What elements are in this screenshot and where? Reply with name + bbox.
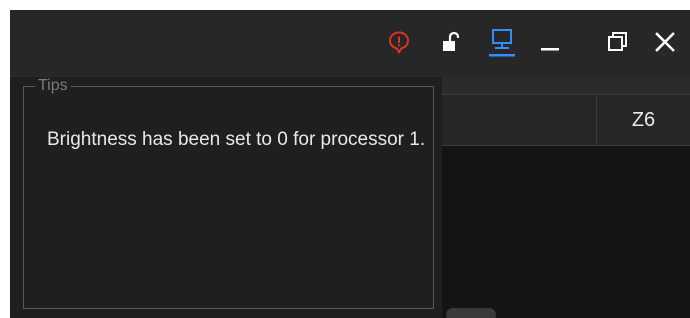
monitor-icon[interactable] [488, 28, 516, 57]
column-header-z6[interactable]: Z6 [596, 94, 690, 146]
tips-legend: Tips [35, 77, 71, 95]
scrollbar-thumb[interactable] [446, 308, 496, 318]
app-window: Z6 Tips Brightness has been set to 0 for… [10, 10, 690, 318]
tips-message: Brightness has been set to 0 for process… [47, 129, 426, 150]
minimize-icon[interactable] [536, 28, 564, 56]
tips-frame [23, 86, 434, 309]
close-icon[interactable] [651, 28, 679, 56]
restore-icon[interactable] [603, 28, 631, 56]
unlock-icon[interactable] [437, 28, 465, 56]
title-bar [10, 10, 690, 76]
tips-panel: Tips Brightness has been set to 0 for pr… [10, 77, 442, 318]
alert-icon[interactable] [385, 28, 413, 56]
